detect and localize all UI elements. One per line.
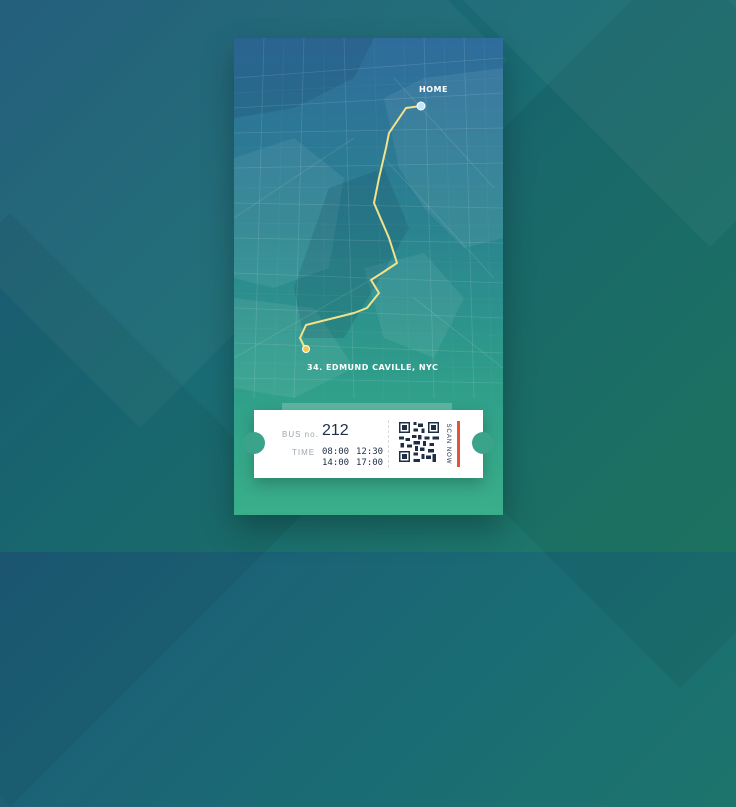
ticket-divider (388, 420, 389, 468)
home-pin-icon[interactable] (416, 101, 426, 111)
arrival-time: 12:30 (356, 447, 384, 457)
destination-label: 34. EDMUND CAVILLE, NYC (307, 363, 439, 372)
scan-now-button[interactable]: SCAN NOW (442, 420, 454, 468)
arrival-time: 17:00 (356, 458, 384, 468)
scan-now-label: SCAN NOW (445, 423, 451, 465)
ticket-notch (243, 432, 265, 454)
bus-ticket-card[interactable]: BUS no. 212 TIME 08:00 14:00 12:30 17:00 (243, 410, 494, 478)
phone-screen: HOME 34. EDMUND CAVILLE, NYC BUS no. 212… (234, 38, 503, 515)
home-label: HOME (419, 85, 448, 94)
scan-accent-bar (457, 421, 460, 467)
destination-pin-icon[interactable] (302, 345, 310, 353)
bus-number-label: BUS no. (282, 430, 319, 439)
departure-time: 08:00 (322, 447, 350, 457)
bus-number: 212 (322, 422, 349, 439)
ticket-notch (472, 432, 494, 454)
qr-code-icon[interactable] (399, 422, 439, 462)
time-label: TIME (292, 448, 316, 457)
departure-time: 14:00 (322, 458, 350, 468)
